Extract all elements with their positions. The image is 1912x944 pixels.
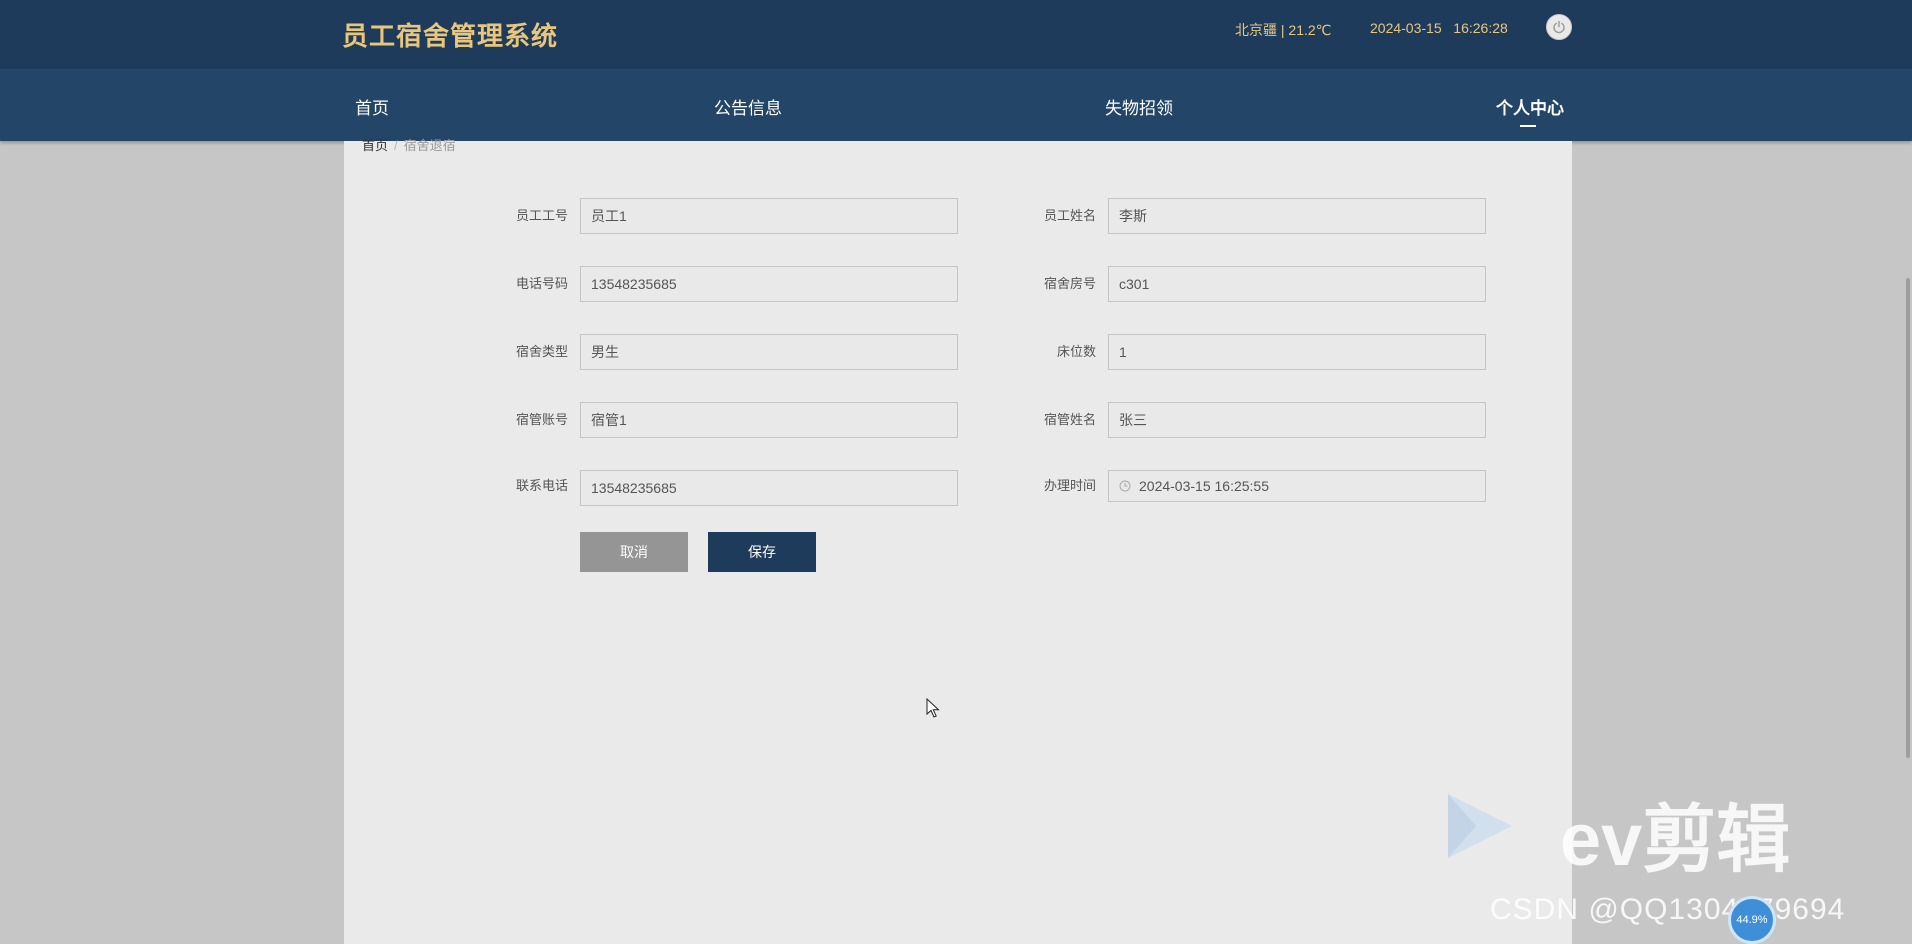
app-title: 员工宿舍管理系统 <box>342 21 559 51</box>
manager-name-label: 宿管姓名 <box>1043 412 1096 427</box>
page-scrollbar[interactable] <box>1906 278 1910 758</box>
floating-badge[interactable]: 44.9% <box>1728 896 1776 944</box>
nav-item-home[interactable]: 首页 <box>355 94 389 119</box>
manager-name-field[interactable]: 张三 <box>1108 402 1486 438</box>
process-time-picker[interactable]: 2024-03-15 16:25:55 <box>1108 470 1486 502</box>
employee-name-label: 员工姓名 <box>1043 208 1096 223</box>
nav-active-indicator <box>1520 125 1536 127</box>
breadcrumb: 首页 / 宿舍退宿 <box>362 135 456 154</box>
phone-field[interactable]: 13548235685 <box>580 266 958 302</box>
contact-phone-label: 联系电话 <box>515 478 568 493</box>
breadcrumb-home[interactable]: 首页 <box>362 138 388 153</box>
bed-count-label: 床位数 <box>1056 344 1096 359</box>
process-time-label: 办理时间 <box>1043 478 1096 493</box>
manager-account-field[interactable]: 宿管1 <box>580 402 958 438</box>
dorm-type-field[interactable]: 男生 <box>580 334 958 370</box>
room-number-field[interactable]: c301 <box>1108 266 1486 302</box>
clock-icon <box>1119 480 1131 492</box>
cancel-button[interactable]: 取消 <box>580 532 688 572</box>
current-datetime: 2024-03-15 16:26:28 <box>1370 20 1508 36</box>
nav-item-personal-center[interactable]: 个人中心 <box>1496 94 1564 119</box>
employee-id-field[interactable]: 员工1 <box>580 198 958 234</box>
employee-id-label: 员工工号 <box>515 208 568 223</box>
nav-item-lost-found[interactable]: 失物招领 <box>1105 94 1173 119</box>
ev-watermark: ev剪辑 <box>1560 798 1791 881</box>
contact-phone-field[interactable]: 13548235685 <box>580 470 958 506</box>
process-time-value: 2024-03-15 16:25:55 <box>1139 478 1269 494</box>
breadcrumb-separator: / <box>394 138 398 153</box>
save-button[interactable]: 保存 <box>708 532 816 572</box>
csdn-watermark: CSDN @QQ1304979694 <box>1490 893 1846 926</box>
bed-count-field[interactable]: 1 <box>1108 334 1486 370</box>
room-number-label: 宿舍房号 <box>1043 276 1096 291</box>
manager-account-label: 宿管账号 <box>515 412 568 427</box>
employee-name-field[interactable]: 李斯 <box>1108 198 1486 234</box>
top-header: 员工宿舍管理系统 北京疆 | 21.2℃ 2024-03-15 16:26:28 <box>0 0 1912 70</box>
main-nav: 首页 公告信息 失物招领 个人中心 <box>0 70 1912 141</box>
dorm-type-label: 宿舍类型 <box>515 344 568 359</box>
nav-item-notices[interactable]: 公告信息 <box>714 94 782 119</box>
breadcrumb-current: 宿舍退宿 <box>403 138 456 153</box>
phone-label: 电话号码 <box>515 276 568 291</box>
ev-logo-icon <box>1446 790 1516 867</box>
mouse-cursor-icon <box>926 697 940 723</box>
logout-button[interactable] <box>1546 14 1572 40</box>
power-icon <box>1553 20 1565 34</box>
weather-info: 北京疆 | 21.2℃ <box>1235 22 1332 38</box>
content-panel: 首页 / 宿舍退宿 员工工号 员工1 员工姓名 李斯 电话号码 1354823568… <box>344 138 1572 944</box>
